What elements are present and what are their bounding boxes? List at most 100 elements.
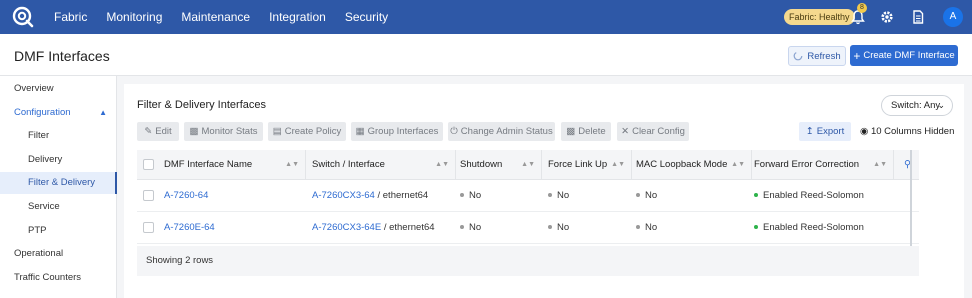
top-navbar: Fabric Monitoring Maintenance Integratio… [0, 0, 972, 34]
interface-text: / ethernet64 [381, 222, 435, 233]
sidebar-item-ptp[interactable]: PTP [0, 220, 117, 242]
column-header-label: Force Link Up [548, 159, 608, 170]
sidebar-item-filter[interactable]: Filter [0, 125, 117, 147]
interfaces-card: Filter & Delivery Interfaces Switch: Any… [124, 84, 964, 298]
column-header-label: DMF Interface Name [164, 159, 253, 170]
sidebar-item-operational[interactable]: Operational [0, 243, 117, 265]
column-divider[interactable] [910, 150, 912, 246]
edit-button[interactable]: ✎ Edit [137, 122, 179, 141]
chevron-up-icon: ▲ [99, 108, 107, 117]
sort-icon: ▲▼ [611, 161, 625, 168]
monitor-stats-button[interactable]: ▩ Monitor Stats [184, 122, 263, 141]
card-title: Filter & Delivery Interfaces [137, 99, 266, 111]
select-all-checkbox[interactable] [143, 159, 154, 170]
clear-config-label: Clear Config [632, 126, 685, 137]
force-link-up-value: No [557, 190, 570, 201]
search-icon[interactable]: ⚲ [896, 150, 919, 180]
create-policy-label: Create Policy [284, 126, 342, 137]
nav-fabric[interactable]: Fabric [54, 10, 87, 24]
document-icon: ▤ [272, 126, 282, 137]
sidebar-item-label: Configuration [14, 107, 71, 118]
sidebar: Overview Configuration ▲ Filter Delivery… [0, 76, 117, 298]
sort-icon: ▲▼ [731, 161, 745, 168]
mac-loopback-cell: No [628, 212, 657, 244]
row-count: Showing 2 rows [146, 255, 214, 266]
power-icon: ⏻ [450, 126, 458, 137]
avatar[interactable]: A [943, 7, 963, 27]
export-label: Export [816, 126, 845, 137]
switch-link[interactable]: A-7260CX3-64E [312, 222, 381, 233]
change-admin-status-label: Change Admin Status [460, 126, 553, 137]
document-icon[interactable] [912, 10, 924, 24]
row-checkbox[interactable] [143, 190, 154, 201]
mac-loopback-value: No [645, 190, 658, 201]
row-checkbox[interactable] [143, 222, 154, 233]
sort-icon: ▲▼ [435, 161, 449, 168]
shutdown-value: No [469, 222, 482, 233]
delete-button[interactable]: ▩ Delete [561, 122, 611, 141]
eye-icon: ◉ [860, 126, 869, 137]
fabric-status-badge[interactable]: Fabric: Healthy [784, 9, 855, 25]
page-title: DMF Interfaces [14, 48, 110, 64]
plus-icon: + [853, 48, 861, 63]
sidebar-item-delivery[interactable]: Delivery [0, 149, 117, 171]
column-header-shutdown[interactable]: Shutdown ▲▼ [452, 150, 542, 180]
nav-maintenance[interactable]: Maintenance [181, 10, 250, 24]
fec-value: Enabled Reed-Solomon [763, 190, 864, 201]
table-row[interactable]: A-7260-64 A-7260CX3-64 / ethernet64 No N… [137, 180, 919, 212]
chevron-down-icon: ⌄ [937, 100, 945, 110]
create-dmf-interface-button[interactable]: + Create DMF Interface [850, 45, 958, 66]
nav-monitoring[interactable]: Monitoring [106, 10, 162, 24]
grid-icon: ▦ [355, 126, 365, 137]
export-icon: ↥ [805, 126, 814, 137]
column-header-label: Forward Error Correction [754, 159, 860, 170]
refresh-button[interactable]: Refresh [788, 46, 846, 66]
column-header-switch[interactable]: Switch / Interface ▲▼ [304, 150, 456, 180]
trash-icon: ▩ [566, 126, 576, 137]
interface-text: / ethernet64 [374, 190, 429, 201]
interface-name-link[interactable]: A-7260-64 [156, 180, 208, 212]
sidebar-item-filter-delivery[interactable]: Filter & Delivery [0, 172, 117, 194]
nav-security[interactable]: Security [345, 10, 388, 24]
switch-filter-select[interactable]: Switch: Any ⌄ [881, 95, 953, 116]
sort-icon: ▲▼ [285, 161, 299, 168]
shutdown-cell: No [452, 212, 481, 244]
x-icon: ✕ [621, 126, 630, 137]
create-label: Create DMF Interface [863, 50, 955, 61]
change-admin-status-button[interactable]: ⏻ Change Admin Status [448, 122, 555, 141]
force-link-up-cell: No [540, 180, 569, 212]
export-button[interactable]: ↥ Export [799, 122, 851, 141]
force-link-up-cell: No [540, 212, 569, 244]
fec-cell: Enabled Reed-Solomon [746, 212, 864, 244]
logo-icon[interactable] [12, 6, 34, 28]
shutdown-value: No [469, 190, 482, 201]
bar-chart-icon: ▩ [189, 126, 199, 137]
sidebar-item-service[interactable]: Service [0, 196, 117, 218]
monitor-stats-label: Monitor Stats [201, 126, 258, 137]
sidebar-item-overview[interactable]: Overview [0, 78, 117, 100]
clear-config-button[interactable]: ✕ Clear Config [617, 122, 689, 141]
shutdown-cell: No [452, 180, 481, 212]
table-header: DMF Interface Name ▲▼ Switch / Interface… [137, 150, 919, 180]
hidden-columns-toggle[interactable]: ◉ 10 Columns Hidden [860, 122, 954, 141]
edit-label: Edit [155, 126, 172, 137]
gear-icon[interactable] [880, 10, 894, 24]
table-row[interactable]: A-7260E-64 A-7260CX3-64E / ethernet64 No… [137, 212, 919, 244]
group-interfaces-button[interactable]: ▦ Group Interfaces [351, 122, 443, 141]
sort-icon: ▲▼ [521, 161, 535, 168]
sidebar-item-configuration[interactable]: Configuration ▲ [0, 102, 117, 124]
hidden-columns-label: 10 Columns Hidden [870, 126, 955, 137]
column-header-force-link-up[interactable]: Force Link Up ▲▼ [540, 150, 632, 180]
column-header-name[interactable]: DMF Interface Name ▲▼ [156, 150, 306, 180]
sidebar-item-traffic-counters[interactable]: Traffic Counters [0, 267, 117, 289]
mac-loopback-value: No [645, 222, 658, 233]
refresh-spinner-icon [793, 51, 803, 61]
nav-integration[interactable]: Integration [269, 10, 326, 24]
column-header-fec[interactable]: Forward Error Correction ▲▼ [746, 150, 894, 180]
main-nav: Fabric Monitoring Maintenance Integratio… [54, 0, 407, 34]
interface-name-link[interactable]: A-7260E-64 [156, 212, 215, 244]
column-header-mac-loopback[interactable]: MAC Loopback Mode ▲▼ [628, 150, 752, 180]
switch-link[interactable]: A-7260CX3-64 [312, 190, 375, 201]
create-policy-button[interactable]: ▤ Create Policy [268, 122, 346, 141]
group-interfaces-label: Group Interfaces [367, 126, 439, 137]
